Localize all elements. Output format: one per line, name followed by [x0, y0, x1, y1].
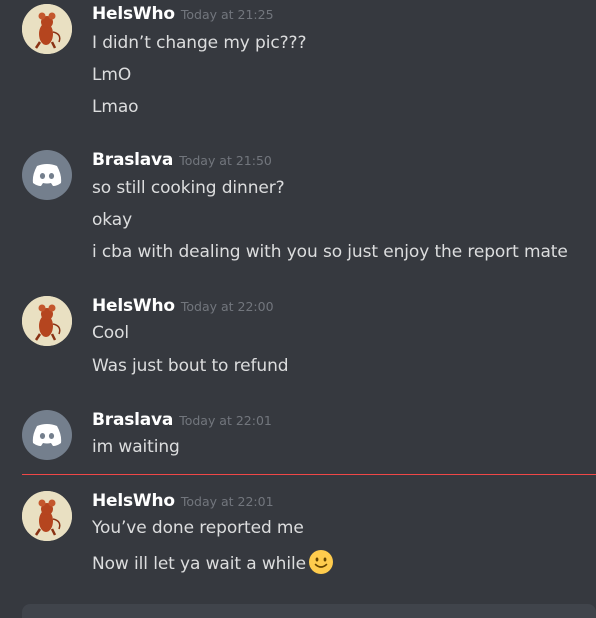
discord-logo-icon: [32, 164, 62, 186]
message-text: okay: [92, 210, 133, 230]
message-header: HelsWho Today at 21:25: [92, 4, 274, 26]
username[interactable]: Braslava: [92, 410, 173, 430]
message-text: i cba with dealing with you so just enjo…: [92, 242, 568, 262]
avatar[interactable]: [22, 150, 72, 200]
message-text: im waiting: [92, 437, 180, 457]
new-messages-divider: [22, 474, 596, 475]
discord-logo-icon: [32, 424, 62, 446]
message-text: Was just bout to refund: [92, 356, 289, 376]
timestamp: Today at 21:50: [179, 153, 272, 168]
message-text: Lmao: [92, 97, 139, 117]
message-header: HelsWho Today at 22:00: [92, 296, 274, 318]
username[interactable]: HelsWho: [92, 296, 175, 316]
message-text: Cool: [92, 323, 129, 343]
username[interactable]: HelsWho: [92, 491, 175, 511]
message-text-with-emoji: Now ill let ya wait a while: [92, 549, 334, 577]
avatar[interactable]: [22, 296, 72, 346]
message-header: Braslava Today at 21:50: [92, 150, 272, 172]
jerry-mouse-icon: [22, 296, 72, 346]
timestamp: Today at 22:01: [179, 413, 272, 428]
message-header: Braslava Today at 22:01: [92, 410, 272, 432]
avatar[interactable]: [22, 410, 72, 460]
timestamp: Today at 22:01: [180, 494, 274, 509]
message-text: Now ill let ya wait a while: [92, 554, 306, 574]
timestamp: Today at 21:25: [180, 7, 274, 22]
message-text: You’ve done reported me: [92, 518, 304, 538]
jerry-mouse-icon: [22, 491, 72, 541]
message-header: HelsWho Today at 22:01: [92, 491, 274, 513]
slightly-smiling-face-icon[interactable]: [308, 549, 334, 575]
message-composer[interactable]: [22, 604, 596, 618]
timestamp: Today at 22:00: [180, 299, 274, 314]
jerry-mouse-icon: [22, 4, 72, 54]
message-text: LmO: [92, 65, 132, 85]
username[interactable]: Braslava: [92, 150, 173, 170]
username[interactable]: HelsWho: [92, 4, 175, 24]
avatar[interactable]: [22, 491, 72, 541]
avatar[interactable]: [22, 4, 72, 54]
message-text: I didn’t change my pic???: [92, 33, 307, 53]
message-text: so still cooking dinner?: [92, 178, 285, 198]
